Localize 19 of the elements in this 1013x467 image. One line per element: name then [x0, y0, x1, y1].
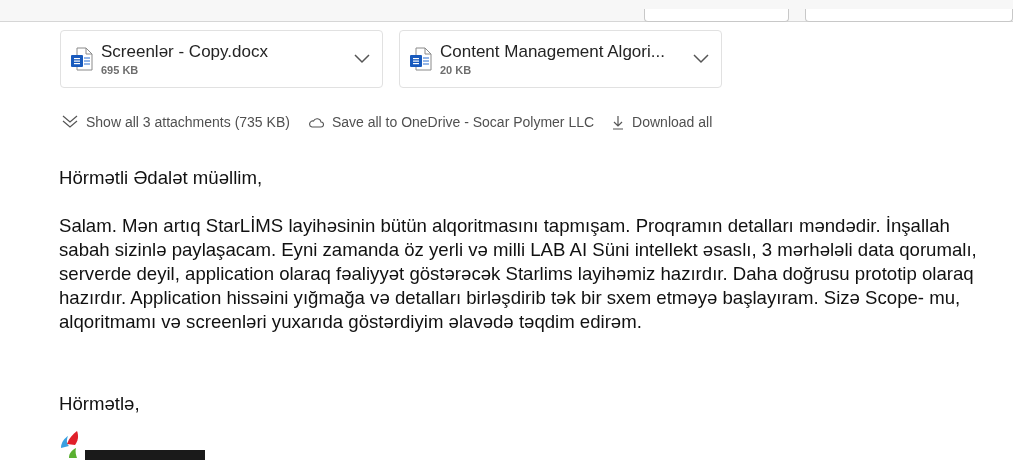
email-greeting: Hörmətli Ədalət müəllim,	[59, 166, 264, 190]
attachment-card[interactable]: Screenlər - Copy.docx 695 KB	[60, 30, 383, 88]
email-paragraph: Salam. Mən artıq StarLİMS layihəsinin bütün alqoritmasını tapmışam. Proqramın detalları məndədir. İnşallah sabah sizinlə paylaşacam. Eyni zamanda öz yerli və milli LAB AI Süni intellekt əsaslı, 3 mərhələli data qorumalı, serverde deyil, application olaraq fəaliyyət göstərəcək Starlims layihəmiz hazırdır. Daha doğrusu prototip olaraq hazırdır. Application hissəini yığmağa və detalları birləşdirib tək bir sxem etməyə başlayıram. Sizə Scope- mu, alqoritmamı və screenləri yuxarıda göstərdiyim əlavədə təqdim edirəm.	[59, 214, 978, 334]
attachment-action-link[interactable]: Save all to OneDrive - Socar Polymer LLC	[307, 114, 595, 130]
attachment-size: 695 KB	[101, 64, 140, 76]
attachment-action-link[interactable]: Download all	[612, 114, 713, 130]
chevron-down-icon[interactable]	[693, 54, 709, 64]
attachment-name: Screenlər - Copy.docx	[101, 42, 269, 62]
attachment-size: 20 KB	[440, 64, 473, 76]
cloud-icon	[307, 116, 324, 128]
attachment-card[interactable]: Content Management Algori... 20 KB	[399, 30, 722, 88]
attachment-name: Content Management Algori...	[440, 42, 666, 62]
chevron-down-icon[interactable]	[354, 54, 370, 64]
attachment-action-link[interactable]: Show all 3 attachments (735 KB)	[62, 114, 290, 130]
email-closing: Hörmətlə,	[59, 392, 141, 416]
download-icon	[612, 114, 625, 130]
double-chevron-down-icon	[62, 115, 78, 129]
word-document-icon	[410, 47, 432, 71]
word-document-icon	[71, 47, 93, 71]
